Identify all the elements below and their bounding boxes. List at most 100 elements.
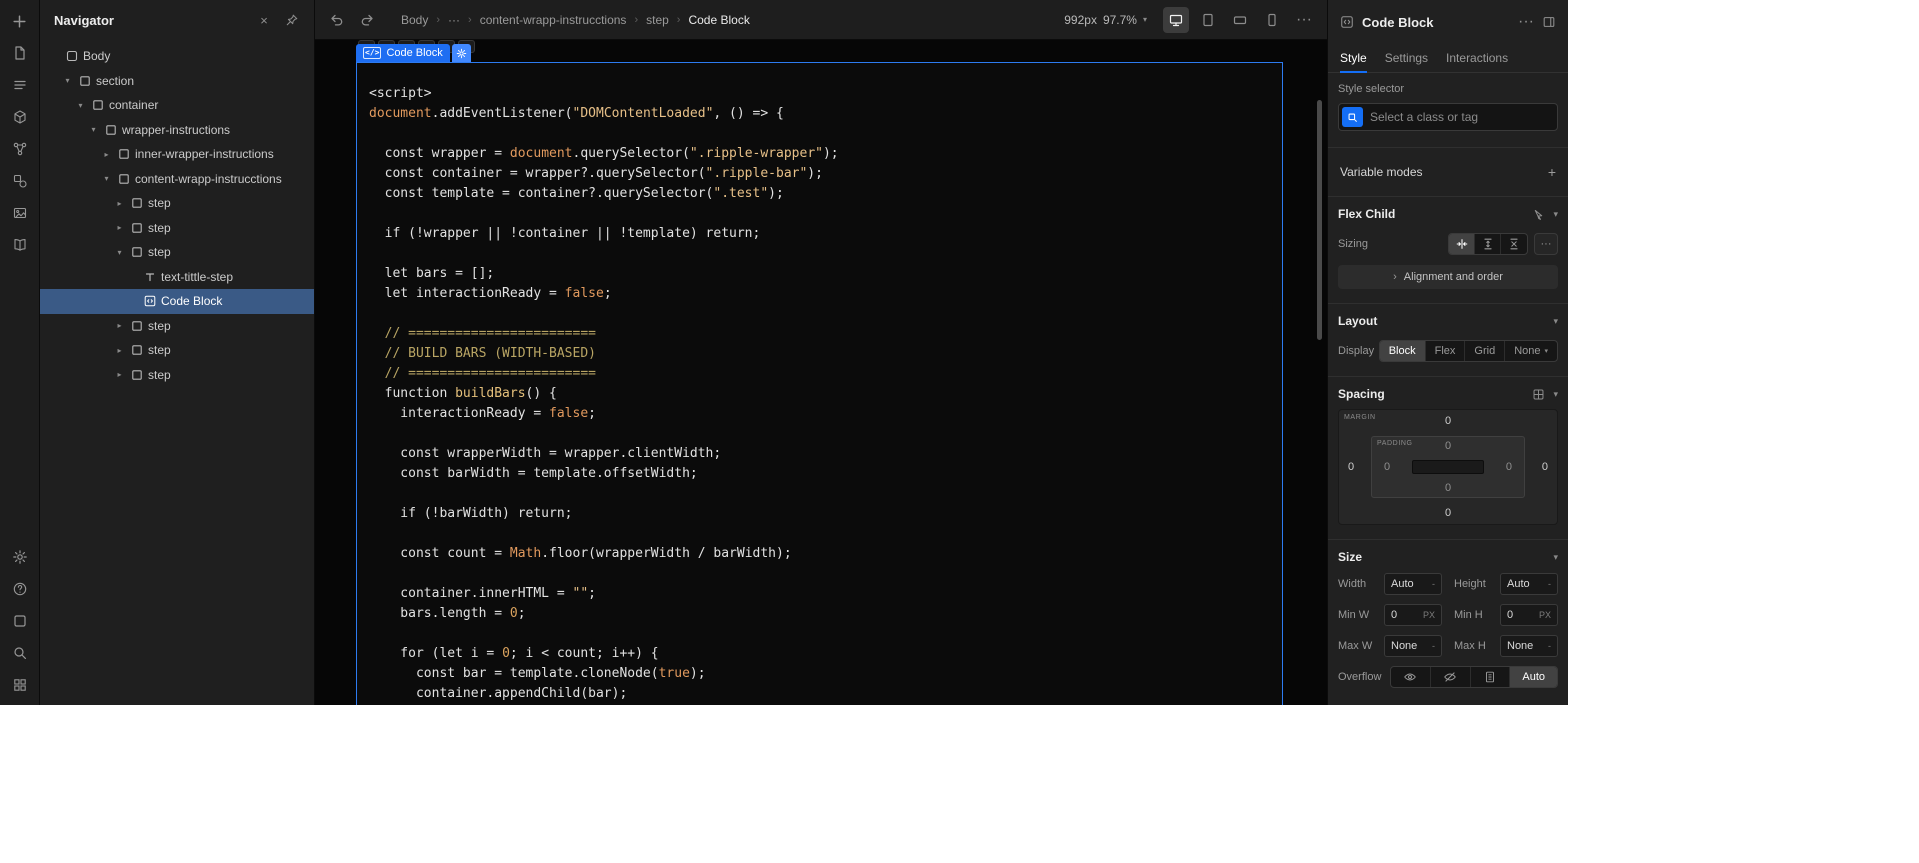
add-icon[interactable]: [6, 7, 34, 35]
height-unit[interactable]: -: [1548, 579, 1551, 589]
sizing-none-button[interactable]: [1501, 234, 1527, 254]
navigator-item-section[interactable]: ▾ section: [40, 69, 314, 94]
viewport-zoom-control[interactable]: 992px 97.7% ▾: [1064, 13, 1147, 27]
max-height-unit[interactable]: -: [1548, 641, 1551, 651]
breakpoint-phone-portrait-button[interactable]: [1259, 7, 1285, 33]
breakpoint-phone-landscape-button[interactable]: [1227, 7, 1253, 33]
redo-icon[interactable]: [355, 8, 379, 32]
padding-bottom-value[interactable]: 0: [1372, 482, 1524, 494]
pin-icon[interactable]: [284, 12, 300, 28]
alignment-and-order-toggle[interactable]: › Alignment and order: [1338, 265, 1558, 289]
chevron-right-icon[interactable]: ▸: [114, 199, 125, 208]
select-parent-icon[interactable]: [1532, 208, 1545, 221]
spacing-presets-icon[interactable]: [1532, 388, 1545, 401]
display-flex-button[interactable]: Flex: [1426, 341, 1466, 361]
chevron-down-icon[interactable]: ▾: [62, 76, 73, 85]
chevron-right-icon[interactable]: ▸: [114, 370, 125, 379]
breadcrumb-item[interactable]: content-wrapp-instrucctions: [480, 13, 627, 27]
navigator-item-wrapper-instructions[interactable]: ▾ wrapper-instructions: [40, 118, 314, 143]
navigator-item-step[interactable]: ▸ step: [40, 216, 314, 241]
undo-icon[interactable]: [325, 8, 349, 32]
display-block-button[interactable]: Block: [1379, 341, 1426, 361]
margin-left-value[interactable]: 0: [1348, 461, 1354, 473]
element-settings-gear-icon[interactable]: [451, 44, 471, 62]
frame-icon[interactable]: [6, 607, 34, 635]
chevron-right-icon[interactable]: ▸: [114, 223, 125, 232]
padding-top-value[interactable]: 0: [1372, 440, 1524, 452]
close-icon[interactable]: ×: [256, 12, 272, 28]
sizing-grow-button[interactable]: [1475, 234, 1501, 254]
more-options-icon[interactable]: ···: [1291, 7, 1317, 33]
breadcrumb-item[interactable]: Code Block: [688, 13, 749, 27]
padding-left-value[interactable]: 0: [1384, 461, 1390, 473]
selected-element-badge[interactable]: </> Code Block: [356, 44, 471, 62]
panel-toggle-icon[interactable]: [1542, 15, 1556, 29]
assets-icon[interactable]: [6, 199, 34, 227]
chevron-down-icon[interactable]: ▾: [1553, 389, 1558, 400]
margin-right-value[interactable]: 0: [1542, 461, 1548, 473]
navigator-item-container[interactable]: ▾ container: [40, 93, 314, 118]
margin-top-value[interactable]: 0: [1339, 415, 1557, 427]
apps-icon[interactable]: [6, 671, 34, 699]
settings-icon[interactable]: [6, 543, 34, 571]
overflow-hidden-icon[interactable]: [1431, 667, 1471, 687]
min-width-unit[interactable]: PX: [1423, 610, 1435, 620]
components-icon[interactable]: [6, 103, 34, 131]
chevron-down-icon[interactable]: ▾: [75, 101, 86, 110]
chevron-down-icon[interactable]: ▾: [101, 174, 112, 183]
chevron-down-icon[interactable]: ▾: [114, 248, 125, 257]
navigator-item-inner-wrapper-instructions[interactable]: ▸ inner-wrapper-instructions: [40, 142, 314, 167]
navigator-item-step[interactable]: ▸ step: [40, 314, 314, 339]
max-width-unit[interactable]: -: [1432, 641, 1435, 651]
chevron-right-icon[interactable]: ▸: [114, 346, 125, 355]
libraries-icon[interactable]: [6, 231, 34, 259]
chevron-down-icon[interactable]: ▾: [1553, 552, 1558, 563]
tab-settings[interactable]: Settings: [1385, 44, 1428, 72]
width-input[interactable]: Auto -: [1384, 573, 1442, 595]
navigator-item-step[interactable]: ▸ step: [40, 363, 314, 388]
padding-right-value[interactable]: 0: [1506, 461, 1512, 473]
navigator-item-step[interactable]: ▸ step: [40, 191, 314, 216]
chevron-right-icon[interactable]: ▸: [114, 321, 125, 330]
sizing-more-icon[interactable]: ···: [1534, 233, 1558, 255]
canvas[interactable]: </> Code Block <script> document.addEven…: [315, 40, 1327, 705]
tab-style[interactable]: Style: [1340, 44, 1367, 73]
min-height-unit[interactable]: PX: [1539, 610, 1551, 620]
max-width-input[interactable]: None -: [1384, 635, 1442, 657]
help-icon[interactable]: [6, 575, 34, 603]
chevron-right-icon[interactable]: ▸: [101, 150, 112, 159]
chevron-down-icon[interactable]: ▾: [88, 125, 99, 134]
sizing-shrink-button[interactable]: [1449, 234, 1475, 254]
breadcrumb-item[interactable]: Body: [401, 13, 428, 27]
breadcrumb-item[interactable]: step: [646, 13, 669, 27]
navigator-item-code-block[interactable]: Code Block: [40, 289, 314, 314]
min-height-input[interactable]: 0 PX: [1500, 604, 1558, 626]
add-variable-mode-icon[interactable]: +: [1548, 164, 1556, 180]
style-selector-input[interactable]: Select a class or tag: [1338, 103, 1558, 131]
canvas-scrollbar-thumb[interactable]: [1317, 100, 1322, 340]
navigator-item-text-tittle-step[interactable]: text-tittle-step: [40, 265, 314, 290]
breakpoint-tablet-button[interactable]: [1195, 7, 1221, 33]
breadcrumb-item[interactable]: ···: [448, 13, 460, 27]
navigator-item-step[interactable]: ▾ step: [40, 240, 314, 265]
shapes-icon[interactable]: [6, 167, 34, 195]
max-height-input[interactable]: None -: [1500, 635, 1558, 657]
overflow-visible-icon[interactable]: [1391, 667, 1431, 687]
nodes-icon[interactable]: [6, 135, 34, 163]
min-width-input[interactable]: 0 PX: [1384, 604, 1442, 626]
chevron-down-icon[interactable]: ▾: [1553, 316, 1558, 327]
panel-more-icon[interactable]: ···: [1518, 13, 1534, 31]
code-block-element[interactable]: <script> document.addEventListener("DOMC…: [356, 62, 1283, 705]
navigator-icon[interactable]: [6, 71, 34, 99]
navigator-item-body[interactable]: Body: [40, 44, 314, 69]
variable-modes-row[interactable]: Variable modes +: [1328, 148, 1568, 197]
overflow-scroll-icon[interactable]: [1471, 667, 1511, 687]
margin-bottom-value[interactable]: 0: [1339, 507, 1557, 519]
navigator-item-content-wrapp-instrucctions[interactable]: ▾ content-wrapp-instrucctions: [40, 167, 314, 192]
overflow-auto-button[interactable]: Auto: [1510, 667, 1557, 687]
zoom-icon[interactable]: [6, 639, 34, 667]
chevron-down-icon[interactable]: ▾: [1553, 209, 1558, 220]
tab-interactions[interactable]: Interactions: [1446, 44, 1508, 72]
navigator-item-step[interactable]: ▸ step: [40, 338, 314, 363]
width-unit[interactable]: -: [1432, 579, 1435, 589]
